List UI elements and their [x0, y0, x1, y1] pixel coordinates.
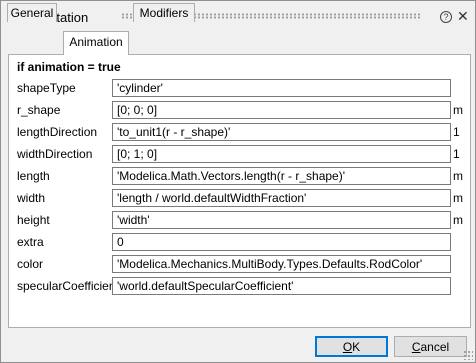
dialog-window: FixedRotation ? ✕ General Animation Modi… — [0, 0, 476, 363]
resize-grip-icon[interactable] — [463, 350, 473, 360]
ok-mnemonic: O — [342, 340, 353, 354]
unit-r_shape: m — [453, 103, 463, 117]
label-widthDirection: widthDirection — [17, 147, 93, 161]
tab-modifiers[interactable]: Modifiers — [133, 3, 195, 22]
tab-animation-label: Animation — [69, 35, 123, 49]
label-lengthDirection: lengthDirection — [17, 125, 98, 139]
unit-widthDirection: 1 — [453, 147, 460, 161]
r_shape-field[interactable] — [112, 101, 451, 119]
help-icon[interactable]: ? — [440, 11, 452, 23]
cancel-button[interactable]: Cancel — [394, 336, 467, 357]
title-bar[interactable]: FixedRotation ? ✕ — [1, 1, 475, 31]
label-r_shape: r_shape — [17, 103, 61, 117]
tab-modifiers-label: Modifiers — [139, 6, 189, 20]
unit-lengthDirection: 1 — [453, 125, 460, 139]
section-heading: if animation = true — [17, 60, 121, 74]
label-color: color — [17, 257, 44, 271]
length-field[interactable] — [112, 167, 451, 185]
cancel-label-rest: ancel — [420, 340, 450, 354]
width-field[interactable] — [112, 189, 451, 207]
tab-general-label: General — [10, 6, 54, 20]
lengthDirection-field[interactable] — [112, 123, 451, 141]
unit-length: m — [453, 169, 463, 183]
label-specularCoefficient: specularCoefficient — [17, 279, 119, 293]
close-icon[interactable]: ✕ — [457, 8, 469, 25]
extra-field[interactable] — [112, 233, 451, 251]
shapeType-field[interactable] — [112, 79, 451, 97]
height-field[interactable] — [112, 211, 451, 229]
widthDirection-field[interactable] — [112, 145, 451, 163]
color-field[interactable] — [112, 255, 451, 273]
specularCoefficient-field[interactable] — [112, 277, 451, 295]
animation-panel: if animation = true shapeType r_shape m … — [8, 54, 471, 328]
label-width: width — [17, 191, 46, 205]
tab-general[interactable]: General — [7, 3, 57, 22]
unit-width: m — [453, 191, 463, 205]
ok-button[interactable]: OK — [315, 336, 388, 357]
ok-label-rest: K — [352, 340, 361, 354]
unit-height: m — [453, 213, 463, 227]
label-length: length — [17, 169, 50, 183]
label-extra: extra — [17, 235, 44, 249]
label-shapeType: shapeType — [17, 81, 76, 95]
tab-animation[interactable]: Animation — [63, 31, 129, 55]
label-height: height — [17, 213, 50, 227]
